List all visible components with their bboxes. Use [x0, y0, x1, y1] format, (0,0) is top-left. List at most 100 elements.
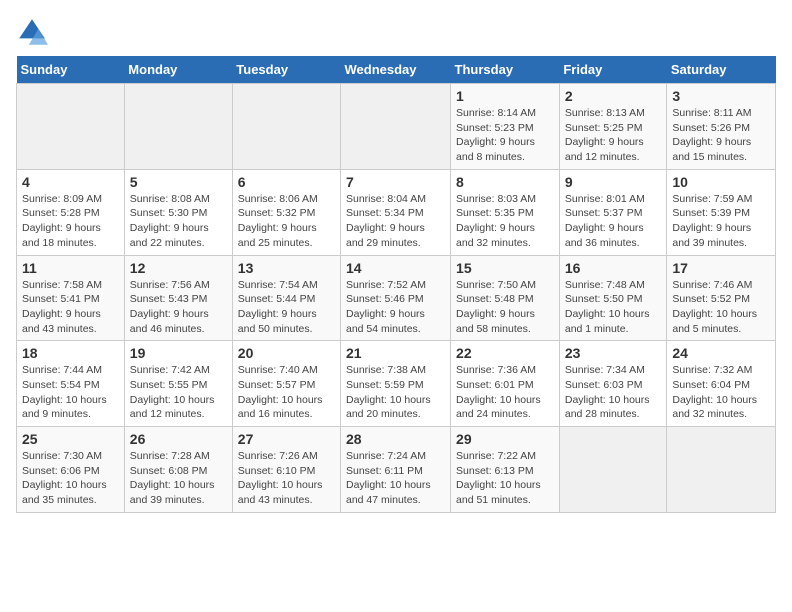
- day-number: 11: [22, 260, 119, 276]
- day-info: Sunrise: 8:13 AM Sunset: 5:25 PM Dayligh…: [565, 106, 662, 165]
- calendar-cell: 16Sunrise: 7:48 AM Sunset: 5:50 PM Dayli…: [559, 255, 667, 341]
- calendar-week-row: 18 Sunrise: 7:44 AM Sunset: 5:54 PM Dayli…: [17, 341, 776, 427]
- day-number: 17: [672, 260, 770, 276]
- day-info: Sunrise: 7:46 AM Sunset: 5:52 PM Dayligh…: [672, 278, 770, 337]
- calendar-cell: 3 Sunrise: 8:11 AM Sunset: 5:26 PM Daylig…: [667, 84, 776, 170]
- day-number: 18: [22, 345, 119, 361]
- day-number: 20: [238, 345, 335, 361]
- calendar-cell: 25 Sunrise: 7:30 AM Sunset: 6:06 PM Dayli…: [17, 427, 125, 513]
- calendar-cell: 23 Sunrise: 7:34 AM Sunset: 6:03 PM Dayli…: [559, 341, 667, 427]
- logo: [16, 16, 52, 48]
- day-info: Sunrise: 7:40 AM Sunset: 5:57 PM Dayligh…: [238, 363, 335, 422]
- header-wednesday: Wednesday: [341, 56, 451, 84]
- calendar-cell: 26 Sunrise: 7:28 AM Sunset: 6:08 PM Dayli…: [124, 427, 232, 513]
- day-info: Sunrise: 7:30 AM Sunset: 6:06 PM Dayligh…: [22, 449, 119, 508]
- day-number: 7: [346, 174, 445, 190]
- calendar-week-row: 1 Sunrise: 8:14 AM Sunset: 5:23 PM Daylig…: [17, 84, 776, 170]
- day-number: 29: [456, 431, 554, 447]
- calendar-cell: 11 Sunrise: 7:58 AM Sunset: 5:41 PM Dayli…: [17, 255, 125, 341]
- day-number: 13: [238, 260, 335, 276]
- calendar-cell: [559, 427, 667, 513]
- calendar-week-row: 25 Sunrise: 7:30 AM Sunset: 6:06 PM Dayli…: [17, 427, 776, 513]
- day-info: Sunrise: 8:14 AM Sunset: 5:23 PM Dayligh…: [456, 106, 554, 165]
- day-number: 27: [238, 431, 335, 447]
- header-monday: Monday: [124, 56, 232, 84]
- day-number: 8: [456, 174, 554, 190]
- day-info: Sunrise: 7:34 AM Sunset: 6:03 PM Dayligh…: [565, 363, 662, 422]
- calendar-week-row: 11 Sunrise: 7:58 AM Sunset: 5:41 PM Dayli…: [17, 255, 776, 341]
- day-number: 28: [346, 431, 445, 447]
- day-number: 19: [130, 345, 227, 361]
- day-info: Sunrise: 7:42 AM Sunset: 5:55 PM Dayligh…: [130, 363, 227, 422]
- day-number: 10: [672, 174, 770, 190]
- calendar-cell: 24 Sunrise: 7:32 AM Sunset: 6:04 PM Dayli…: [667, 341, 776, 427]
- calendar-cell: [124, 84, 232, 170]
- day-info: Sunrise: 7:44 AM Sunset: 5:54 PM Dayligh…: [22, 363, 119, 422]
- calendar-cell: 15 Sunrise: 7:50 AM Sunset: 5:48 PM Dayli…: [451, 255, 560, 341]
- day-number: 26: [130, 431, 227, 447]
- day-info: Sunrise: 7:59 AM Sunset: 5:39 PM Dayligh…: [672, 192, 770, 251]
- day-info: Sunrise: 7:22 AM Sunset: 6:13 PM Dayligh…: [456, 449, 554, 508]
- day-info: Sunrise: 8:01 AM Sunset: 5:37 PM Dayligh…: [565, 192, 662, 251]
- calendar-cell: 1 Sunrise: 8:14 AM Sunset: 5:23 PM Daylig…: [451, 84, 560, 170]
- day-number: 2: [565, 88, 662, 104]
- day-info: Sunrise: 7:56 AM Sunset: 5:43 PM Dayligh…: [130, 278, 227, 337]
- header-sunday: Sunday: [17, 56, 125, 84]
- calendar-cell: 5Sunrise: 8:08 AM Sunset: 5:30 PM Daylig…: [124, 169, 232, 255]
- calendar-cell: 27 Sunrise: 7:26 AM Sunset: 6:10 PM Dayli…: [232, 427, 340, 513]
- day-info: Sunrise: 8:11 AM Sunset: 5:26 PM Dayligh…: [672, 106, 770, 165]
- header-thursday: Thursday: [451, 56, 560, 84]
- calendar-cell: 2 Sunrise: 8:13 AM Sunset: 5:25 PM Daylig…: [559, 84, 667, 170]
- day-info: Sunrise: 7:26 AM Sunset: 6:10 PM Dayligh…: [238, 449, 335, 508]
- calendar-cell: 28 Sunrise: 7:24 AM Sunset: 6:11 PM Dayli…: [341, 427, 451, 513]
- calendar-header-row: SundayMondayTuesdayWednesdayThursdayFrid…: [17, 56, 776, 84]
- day-info: Sunrise: 8:09 AM Sunset: 5:28 PM Dayligh…: [22, 192, 119, 251]
- day-info: Sunrise: 7:54 AM Sunset: 5:44 PM Dayligh…: [238, 278, 335, 337]
- calendar-cell: 7 Sunrise: 8:04 AM Sunset: 5:34 PM Daylig…: [341, 169, 451, 255]
- header-tuesday: Tuesday: [232, 56, 340, 84]
- day-number: 24: [672, 345, 770, 361]
- day-info: Sunrise: 7:50 AM Sunset: 5:48 PM Dayligh…: [456, 278, 554, 337]
- day-number: 23: [565, 345, 662, 361]
- day-number: 14: [346, 260, 445, 276]
- day-number: 3: [672, 88, 770, 104]
- calendar-cell: 13 Sunrise: 7:54 AM Sunset: 5:44 PM Dayli…: [232, 255, 340, 341]
- calendar-cell: [341, 84, 451, 170]
- calendar-cell: 9 Sunrise: 8:01 AM Sunset: 5:37 PM Daylig…: [559, 169, 667, 255]
- logo-icon: [16, 16, 48, 48]
- calendar-cell: [232, 84, 340, 170]
- day-number: 4: [22, 174, 119, 190]
- day-info: Sunrise: 8:03 AM Sunset: 5:35 PM Dayligh…: [456, 192, 554, 251]
- day-number: 15: [456, 260, 554, 276]
- header-friday: Friday: [559, 56, 667, 84]
- day-number: 25: [22, 431, 119, 447]
- calendar-cell: 4 Sunrise: 8:09 AM Sunset: 5:28 PM Daylig…: [17, 169, 125, 255]
- day-number: 1: [456, 88, 554, 104]
- calendar-cell: 12 Sunrise: 7:56 AM Sunset: 5:43 PM Dayli…: [124, 255, 232, 341]
- day-info: Sunrise: 7:24 AM Sunset: 6:11 PM Dayligh…: [346, 449, 445, 508]
- day-info: Sunrise: 8:04 AM Sunset: 5:34 PM Dayligh…: [346, 192, 445, 251]
- day-number: 6: [238, 174, 335, 190]
- calendar-cell: 6 Sunrise: 8:06 AM Sunset: 5:32 PM Daylig…: [232, 169, 340, 255]
- day-number: 12: [130, 260, 227, 276]
- calendar-cell: 29 Sunrise: 7:22 AM Sunset: 6:13 PM Dayli…: [451, 427, 560, 513]
- calendar-cell: 17 Sunrise: 7:46 AM Sunset: 5:52 PM Dayli…: [667, 255, 776, 341]
- day-info: Sunrise: 7:58 AM Sunset: 5:41 PM Dayligh…: [22, 278, 119, 337]
- calendar-cell: 22Sunrise: 7:36 AM Sunset: 6:01 PM Dayli…: [451, 341, 560, 427]
- day-info: Sunrise: 8:08 AM Sunset: 5:30 PM Dayligh…: [130, 192, 227, 251]
- calendar-cell: 8 Sunrise: 8:03 AM Sunset: 5:35 PM Daylig…: [451, 169, 560, 255]
- calendar-cell: [667, 427, 776, 513]
- day-number: 21: [346, 345, 445, 361]
- day-info: Sunrise: 7:32 AM Sunset: 6:04 PM Dayligh…: [672, 363, 770, 422]
- day-number: 9: [565, 174, 662, 190]
- calendar-cell: 10 Sunrise: 7:59 AM Sunset: 5:39 PM Dayli…: [667, 169, 776, 255]
- day-info: Sunrise: 8:06 AM Sunset: 5:32 PM Dayligh…: [238, 192, 335, 251]
- calendar-cell: [17, 84, 125, 170]
- day-info: Sunrise: 7:28 AM Sunset: 6:08 PM Dayligh…: [130, 449, 227, 508]
- day-number: 22: [456, 345, 554, 361]
- calendar-cell: 19 Sunrise: 7:42 AM Sunset: 5:55 PM Dayli…: [124, 341, 232, 427]
- day-info: Sunrise: 7:38 AM Sunset: 5:59 PM Dayligh…: [346, 363, 445, 422]
- day-info: Sunrise: 7:48 AM Sunset: 5:50 PM Dayligh…: [565, 278, 662, 337]
- day-info: Sunrise: 7:52 AM Sunset: 5:46 PM Dayligh…: [346, 278, 445, 337]
- calendar-cell: 18 Sunrise: 7:44 AM Sunset: 5:54 PM Dayli…: [17, 341, 125, 427]
